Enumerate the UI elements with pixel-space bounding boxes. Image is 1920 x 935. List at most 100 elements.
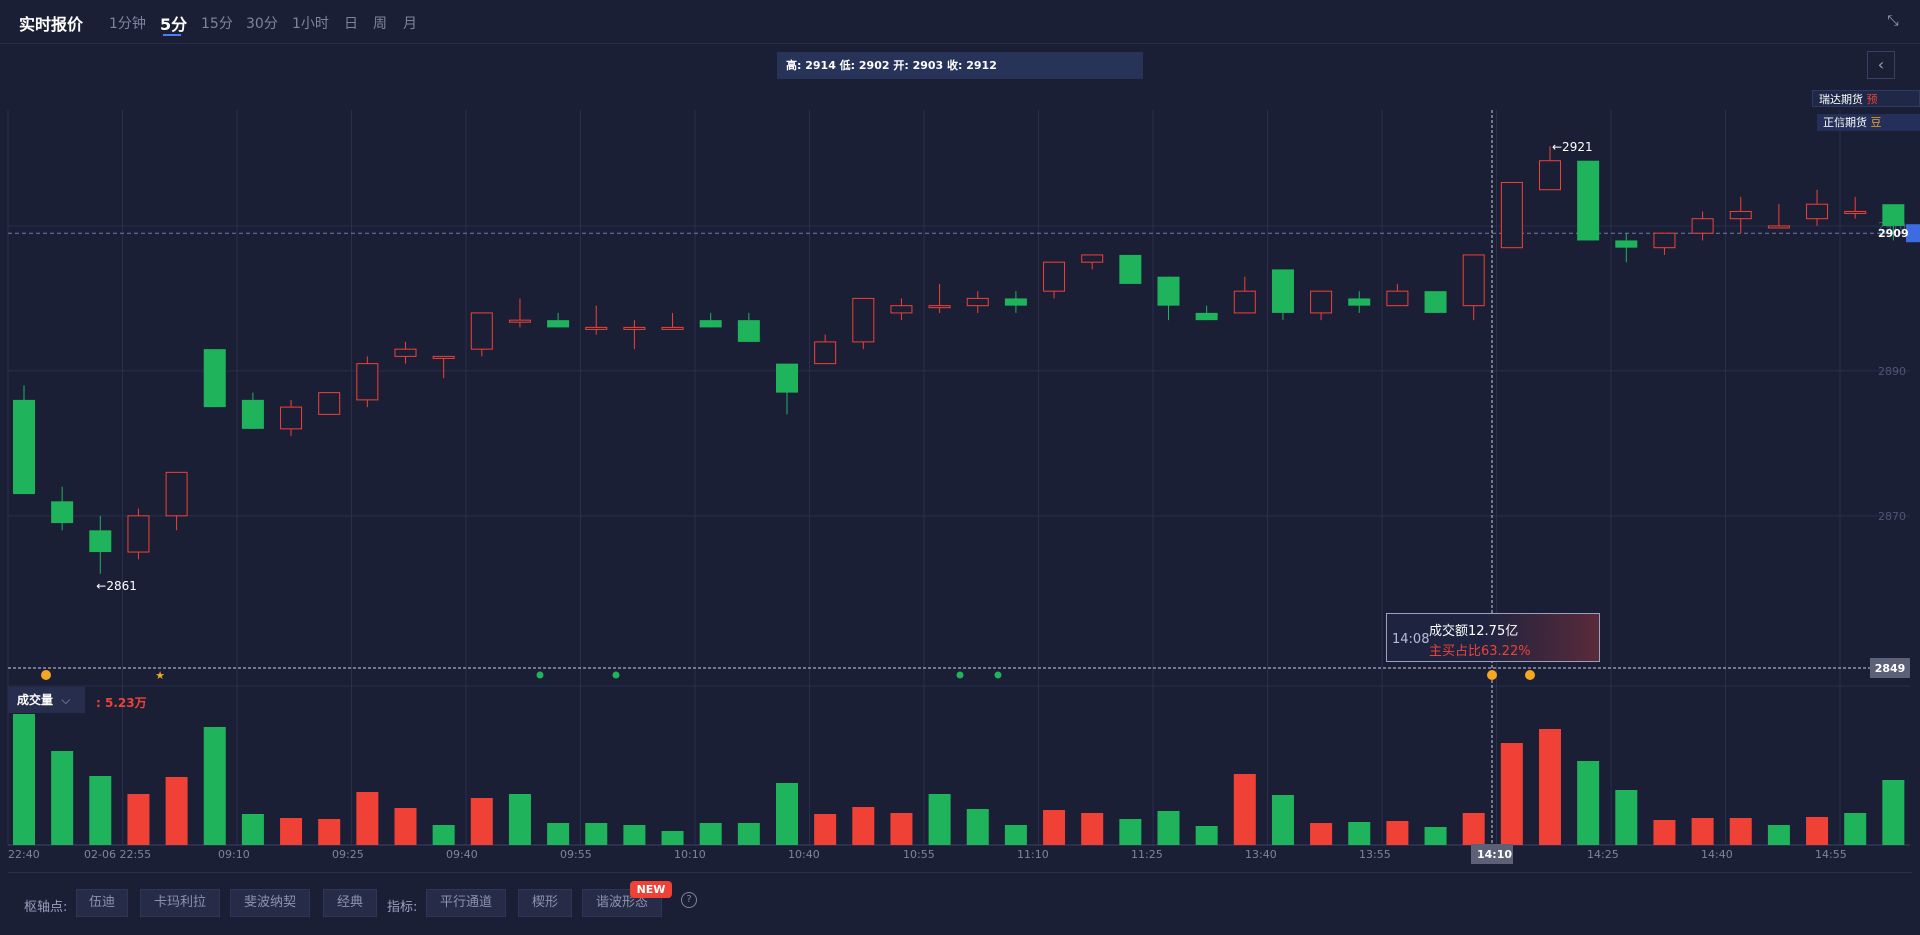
volume-bar [1386, 821, 1409, 845]
help-icon[interactable]: ? [681, 892, 697, 908]
volume-bar [280, 818, 303, 845]
x-axis-label: 09:55 [560, 848, 592, 861]
candle-body-up [852, 297, 875, 343]
price-tick-label: 2890 [1878, 365, 1906, 378]
volume-bar [1310, 823, 1333, 845]
volume-bar [547, 823, 570, 845]
candle-body-up [432, 355, 455, 359]
candle-body-up [890, 305, 913, 314]
volume-bar [814, 814, 837, 845]
candle-body-up [280, 406, 303, 430]
candle-body-down [241, 399, 264, 429]
divider [8, 872, 1912, 873]
footprint-icon [612, 671, 620, 679]
footprint-icon [956, 671, 964, 679]
candle-body-down [203, 349, 226, 408]
candle-body-up [1500, 181, 1523, 249]
x-axis-label: 11:10 [1017, 848, 1049, 861]
x-axis-label: 11:25 [1131, 848, 1163, 861]
tooltip-ratio: 主买占比63.22% [1429, 644, 1531, 659]
volume-bar [1271, 795, 1294, 845]
price-tick-label: 2870 [1878, 510, 1906, 523]
volume-bar [1653, 820, 1676, 845]
volume-bar [1844, 813, 1867, 845]
candle-body-up [470, 312, 493, 350]
candle-body-down [13, 399, 35, 495]
candle-body-up [661, 326, 684, 330]
pivot-fibonacci-button[interactable]: 斐波纳契 [230, 889, 310, 917]
volume-bar [1691, 818, 1714, 845]
candle-body-down [1882, 204, 1905, 226]
volume-bar [890, 813, 913, 845]
volume-bar [1806, 817, 1829, 845]
candle-body-up [1386, 290, 1409, 307]
candle-body-up [1806, 203, 1829, 220]
volume-bar [699, 823, 722, 845]
volume-indicator-select[interactable]: 成交量 ⌵ [8, 687, 85, 713]
candlestick-chart[interactable]: 287028902910←2921←286129092849★22:40 02-0… [0, 0, 1920, 935]
x-axis-label: 09:25 [332, 848, 364, 861]
volume-bar [432, 825, 455, 845]
indicator-wedge-button[interactable]: 楔形 [518, 889, 572, 917]
volume-bar [1043, 810, 1066, 845]
pivot-woodie-button[interactable]: 伍迪 [76, 889, 128, 917]
candle-body-up [318, 392, 341, 415]
candle-body-up [1539, 160, 1561, 191]
volume-bar [1157, 811, 1180, 845]
chevron-down-icon: ⌵ [61, 693, 71, 707]
star-icon: ★ [155, 669, 165, 682]
volume-bar [1500, 743, 1523, 845]
candle-body-down [1157, 276, 1180, 306]
candle-body-down [737, 320, 760, 342]
footprint-icon [536, 671, 544, 679]
volume-bar [737, 823, 760, 845]
volume-bar [928, 794, 951, 845]
candle-body-up [1081, 254, 1104, 263]
volume-bar [89, 776, 112, 845]
candle-body-up [1691, 218, 1714, 234]
volume-bar [1424, 827, 1447, 845]
candle-body-down [776, 363, 798, 393]
candle-body-up [623, 326, 646, 330]
candle-body-up [127, 515, 150, 553]
pivot-camarilla-button[interactable]: 卡玛利拉 [140, 889, 220, 917]
volume-bar [623, 825, 646, 845]
candle-body-up [814, 341, 837, 365]
x-axis-label: 13:55 [1359, 848, 1391, 861]
candle-body-up [928, 305, 951, 309]
current-price-label: 2909 [1878, 227, 1909, 240]
candle-body-up [1729, 210, 1752, 220]
volume-bar [1462, 813, 1485, 845]
volume-bar [394, 808, 417, 845]
low-annotation: ←2861 [96, 579, 137, 593]
candle-body-up [1043, 261, 1066, 292]
candle-body-up [1844, 210, 1867, 214]
candle-body-down [1119, 254, 1142, 284]
footprint-icon [994, 671, 1002, 679]
volume-bar [1348, 822, 1371, 845]
candle-body-up [1462, 254, 1485, 307]
candle-body-down [1271, 269, 1294, 313]
volume-bar [13, 714, 35, 845]
candle-body-down [1424, 291, 1447, 313]
coin-icon [41, 670, 51, 680]
candle-body-down [1615, 240, 1638, 248]
volume-bar [966, 809, 989, 845]
x-axis-label: 22:40 [8, 848, 40, 861]
x-axis-label: 02-06 22:55 [84, 848, 151, 861]
cursor-tooltip: 14:08 成交额12.75亿 主买占比63.22% [1386, 613, 1600, 662]
high-annotation: ←2921 [1552, 140, 1593, 154]
candle-body-up [1767, 225, 1790, 229]
x-axis-label: 14:55 [1815, 848, 1847, 861]
volume-bar [1004, 825, 1027, 845]
volume-bar [203, 727, 226, 845]
volume-bar [1729, 818, 1752, 845]
volume-indicator-label: 成交量 [17, 693, 54, 707]
pivot-classic-button[interactable]: 经典 [323, 889, 377, 917]
volume-bar [318, 819, 341, 845]
indicator-parallel-channel-button[interactable]: 平行通道 [426, 889, 506, 917]
volume-bar [1615, 790, 1638, 845]
tooltip-time: 14:08 [1392, 632, 1430, 647]
x-axis-label: 14:25 [1587, 848, 1619, 861]
candle-body-up [1653, 232, 1676, 249]
